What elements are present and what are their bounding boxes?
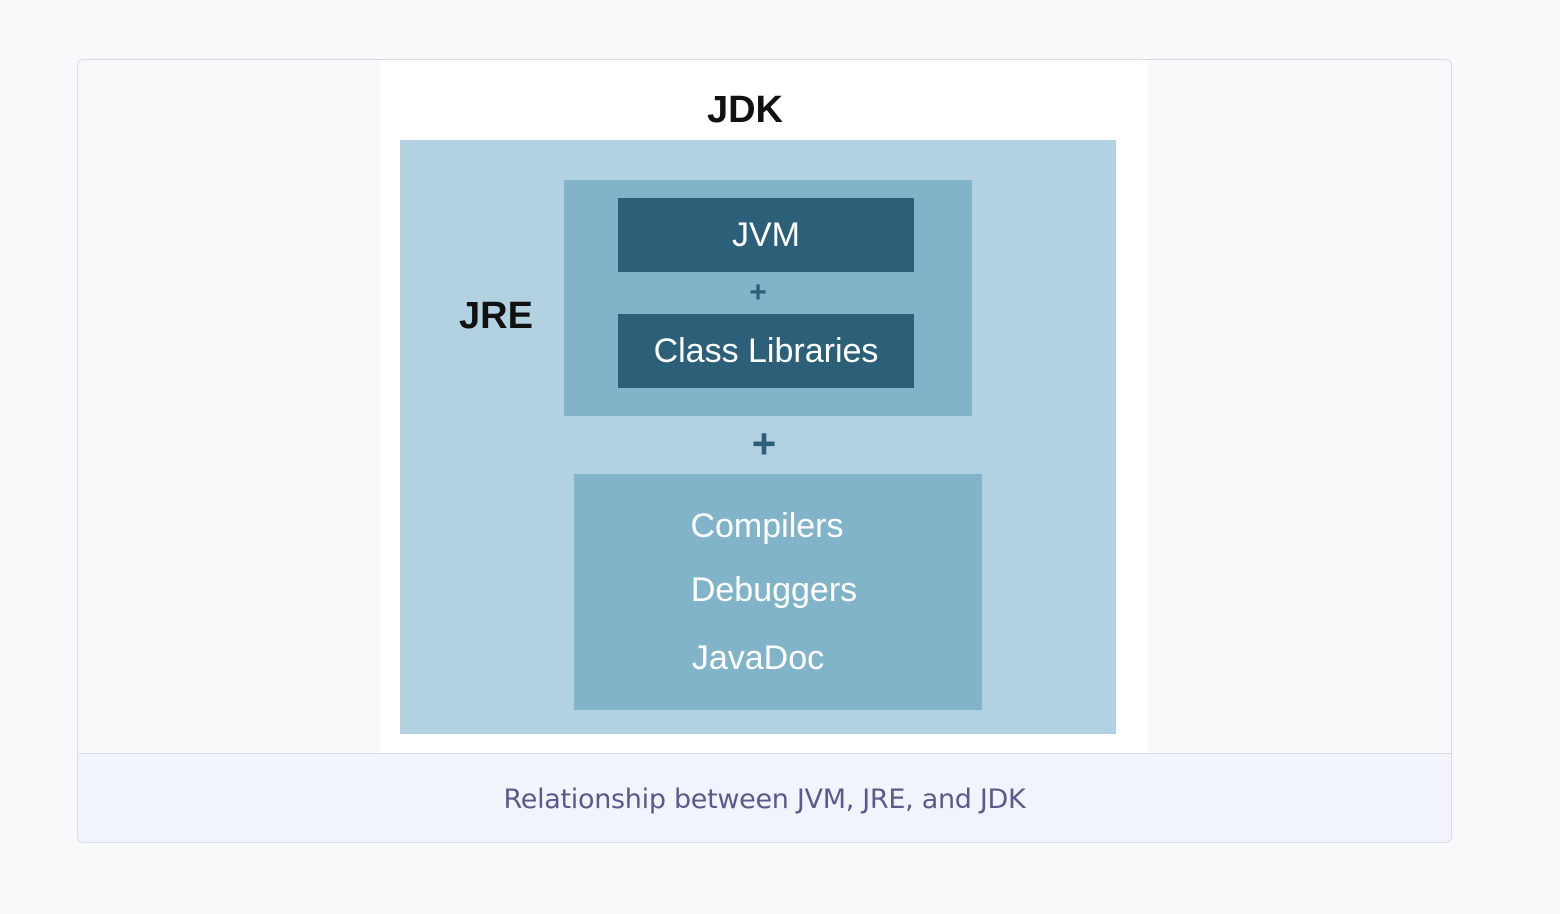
plus-icon: + <box>751 420 777 467</box>
tool-item: Compilers <box>690 506 844 545</box>
tool-item: JavaDoc <box>691 638 825 677</box>
jre-label: JRE <box>459 294 533 337</box>
figure-card: JDK JRE JVM + Class Libraries + Compiler… <box>77 59 1452 843</box>
tool-item: Debuggers <box>690 570 858 609</box>
jdk-label: JDK <box>706 88 784 131</box>
plus-icon: + <box>749 276 767 309</box>
class-libraries-box: Class Libraries <box>618 314 914 388</box>
diagram-image: JDK JRE JVM + Class Libraries + Compiler… <box>380 60 1148 753</box>
jvm-box: JVM <box>618 198 914 272</box>
figure-caption: Relationship between JVM, JRE, and JDK <box>78 753 1451 842</box>
